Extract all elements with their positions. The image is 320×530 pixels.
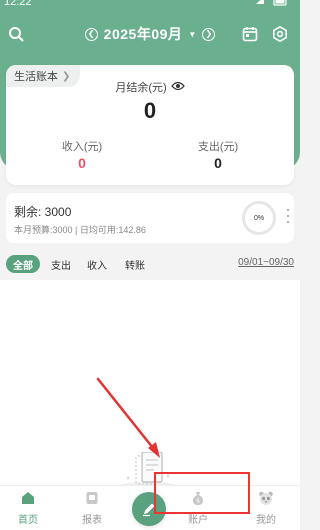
monthly-summary-card: 生活账本 ❯ 月结余(元) 0 收入(元) 0 支出(元) 0 (6, 65, 294, 185)
transaction-filter-bar: 全部 支出 收入 转账 09/01~09/30 (0, 253, 300, 275)
nav-report[interactable]: 报表 (70, 490, 114, 528)
balance-label: 月结余(元) (115, 82, 167, 94)
status-bar: 12:22 (0, 0, 300, 10)
income-value: 0 (78, 155, 86, 171)
tab-all[interactable]: 全部 (6, 255, 40, 273)
nav-home-label: 首页 (18, 515, 38, 526)
search-icon[interactable] (6, 24, 26, 44)
budget-progress-text: 0% (253, 214, 265, 222)
date-range-selector[interactable]: 09/01~09/30 (238, 257, 294, 268)
expense-value: 0 (214, 155, 222, 171)
home-icon (22, 492, 34, 504)
status-time: 12:22 (4, 0, 32, 8)
budget-progress-ring: 0% (242, 201, 276, 235)
expense-label: 支出(元) (197, 141, 239, 153)
nav-home[interactable]: 首页 (6, 490, 50, 528)
gear-icon[interactable] (270, 24, 290, 44)
more-options-icon[interactable] (286, 209, 290, 223)
budget-remaining: 剩余: 3000 (14, 205, 72, 219)
tab-transfer[interactable]: 转账 (118, 255, 152, 273)
nav-report-label: 报表 (82, 515, 102, 526)
report-icon (86, 492, 98, 504)
next-month-button[interactable]: ❯ (202, 27, 216, 41)
nav-profile[interactable]: 我的 (244, 490, 288, 528)
eye-icon[interactable] (170, 81, 185, 94)
tab-expense[interactable]: 支出 (46, 255, 76, 273)
balance-label-row: 月结余(元) (6, 79, 294, 95)
tab-income[interactable]: 收入 (82, 255, 112, 273)
calendar-icon[interactable] (240, 24, 260, 44)
month-navigator: ❮ 2025年09月 ▼ ❯ (80, 24, 220, 44)
month-selector[interactable]: 2025年09月 (104, 24, 183, 44)
transaction-list (0, 280, 300, 487)
signal-battery-icon (256, 0, 287, 6)
top-bar: ❮ 2025年09月 ▼ ❯ (0, 18, 300, 50)
budget-detail: 本月预算:3000 | 日均可用:142.86 (14, 225, 146, 235)
panda-icon (259, 491, 273, 505)
nav-profile-label: 我的 (256, 515, 276, 526)
income-label: 收入(元) (61, 141, 103, 153)
budget-card[interactable]: 剩余: 3000 本月预算:3000 | 日均可用:142.86 0% (6, 193, 294, 243)
balance-value: 0 (143, 98, 157, 123)
month-dropdown-caret-icon[interactable]: ▼ (188, 30, 196, 39)
prev-month-button[interactable]: ❮ (84, 27, 98, 41)
annotation-highlight-box (154, 472, 250, 514)
